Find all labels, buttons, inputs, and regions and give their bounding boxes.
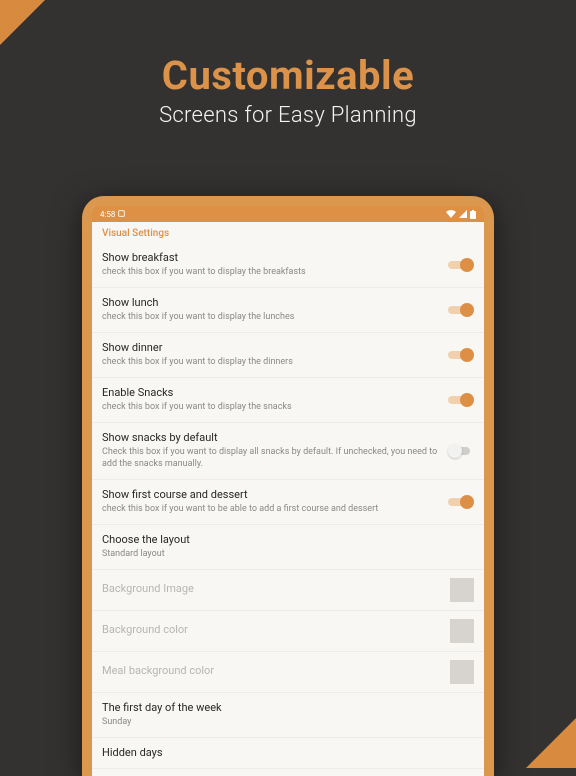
status-time: 4:58	[100, 210, 115, 219]
settings-row[interactable]: Show lunch check this box if you want to …	[92, 288, 484, 333]
row-title: Show snacks by default	[102, 431, 440, 445]
tablet-frame: 4:58 Visual Settings Show breakfast check…	[82, 196, 494, 776]
row-subtitle: Check this box if you want to display al…	[102, 447, 440, 470]
settings-row[interactable]: Hidden days	[92, 738, 484, 769]
row-title: Show dinner	[102, 341, 440, 355]
row-text: Choose the layout Standard layout	[102, 533, 474, 561]
corner-accent-top-left	[0, 0, 45, 45]
color-swatch[interactable]	[450, 578, 474, 602]
row-title: Enable Snacks	[102, 386, 440, 400]
hero: Customizable Screens for Easy Planning	[0, 0, 576, 128]
settings-list[interactable]: Show breakfast check this box if you want…	[92, 243, 484, 776]
row-subtitle: check this box if you want to display th…	[102, 267, 440, 279]
row-subtitle: check this box if you want to display th…	[102, 312, 440, 324]
tablet-screen: 4:58 Visual Settings Show breakfast check…	[92, 206, 484, 776]
color-swatch[interactable]	[450, 619, 474, 643]
toggle-thumb	[460, 303, 474, 317]
row-subtitle: Sunday	[102, 717, 474, 729]
toggle-switch[interactable]	[448, 258, 474, 272]
row-title: Choose the layout	[102, 533, 474, 547]
row-title: Hidden days	[102, 746, 474, 760]
signal-icon	[459, 210, 467, 218]
row-subtitle: check this box if you want to display th…	[102, 357, 440, 369]
wifi-icon	[446, 210, 456, 218]
settings-row[interactable]: Show dinner check this box if you want to…	[92, 333, 484, 378]
settings-row[interactable]: Background Image	[92, 570, 484, 611]
row-subtitle: Standard layout	[102, 549, 474, 561]
section-title: Visual Settings	[92, 222, 484, 243]
row-subtitle: check this box if you want to be able to…	[102, 504, 440, 516]
settings-row[interactable]: Show snacks by default Check this box if …	[92, 423, 484, 480]
settings-row[interactable]: The first day of the week Sunday	[92, 693, 484, 738]
corner-accent-bottom-right	[526, 718, 576, 768]
status-vpn-icon	[118, 210, 125, 219]
toggle-switch[interactable]	[448, 348, 474, 362]
toggle-thumb	[460, 393, 474, 407]
row-text: Background Image	[102, 582, 442, 596]
row-title: Meal background color	[102, 664, 442, 678]
row-text: Hidden days	[102, 746, 474, 760]
row-title: Show first course and dessert	[102, 488, 440, 502]
row-text: Show breakfast check this box if you want…	[102, 251, 440, 279]
settings-row[interactable]: Choose the layout Standard layout	[92, 525, 484, 570]
row-text: Show first course and dessert check this …	[102, 488, 440, 516]
settings-row[interactable]: Show breakfast check this box if you want…	[92, 243, 484, 288]
toggle-switch[interactable]	[448, 495, 474, 509]
toggle-thumb	[460, 495, 474, 509]
row-text: Meal background color	[102, 664, 442, 678]
settings-row[interactable]: Background color	[92, 611, 484, 652]
hero-subtitle: Screens for Easy Planning	[0, 103, 576, 128]
settings-row[interactable]: Meal background color	[92, 652, 484, 693]
row-title: Show lunch	[102, 296, 440, 310]
toggle-thumb	[460, 348, 474, 362]
toggle-switch[interactable]	[448, 393, 474, 407]
row-text: Show dinner check this box if you want to…	[102, 341, 440, 369]
row-text: Enable Snacks check this box if you want …	[102, 386, 440, 414]
row-text: Show snacks by default Check this box if …	[102, 431, 440, 471]
row-text: Background color	[102, 623, 442, 637]
toggle-thumb	[448, 444, 462, 458]
toggle-thumb	[460, 258, 474, 272]
row-title: Background Image	[102, 582, 442, 596]
row-text: Show lunch check this box if you want to …	[102, 296, 440, 324]
toggle-switch[interactable]	[448, 303, 474, 317]
settings-row[interactable]: Show first course and dessert check this …	[92, 480, 484, 525]
battery-icon	[470, 210, 476, 219]
color-swatch[interactable]	[450, 660, 474, 684]
row-title: Background color	[102, 623, 442, 637]
row-title: The first day of the week	[102, 701, 474, 715]
toggle-switch[interactable]	[448, 444, 474, 458]
row-text: The first day of the week Sunday	[102, 701, 474, 729]
status-bar: 4:58	[92, 206, 484, 222]
row-subtitle: check this box if you want to display th…	[102, 402, 440, 414]
hero-title: Customizable	[0, 52, 576, 99]
settings-row[interactable]: Enable Snacks check this box if you want …	[92, 378, 484, 423]
row-title: Show breakfast	[102, 251, 440, 265]
